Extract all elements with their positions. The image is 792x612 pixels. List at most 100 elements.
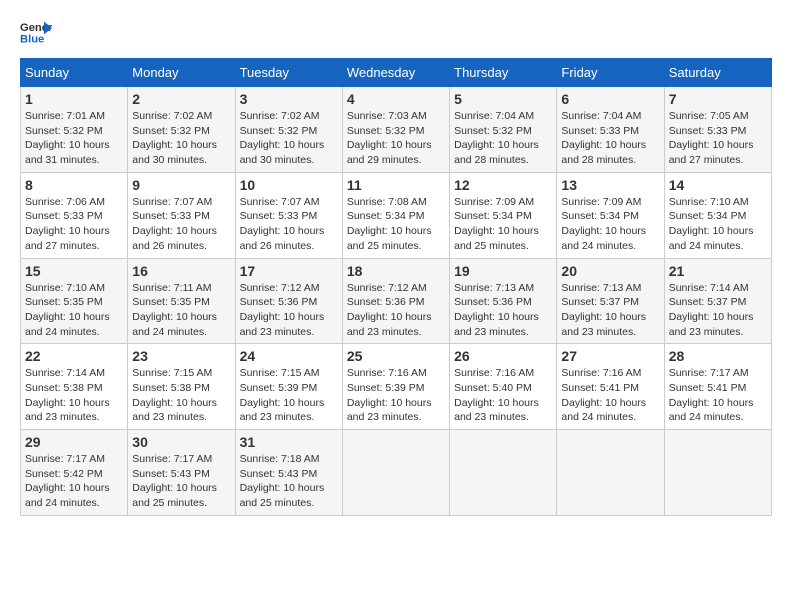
day-number: 8	[25, 177, 123, 193]
table-row: 8 Sunrise: 7:06 AM Sunset: 5:33 PM Daylig…	[21, 172, 128, 258]
table-row: 19 Sunrise: 7:13 AM Sunset: 5:36 PM Dayli…	[450, 258, 557, 344]
day-number: 14	[669, 177, 767, 193]
day-info: Sunrise: 7:09 AM Sunset: 5:34 PM Dayligh…	[561, 195, 659, 254]
day-info: Sunrise: 7:18 AM Sunset: 5:43 PM Dayligh…	[240, 452, 338, 511]
table-row: 27 Sunrise: 7:16 AM Sunset: 5:41 PM Dayli…	[557, 344, 664, 430]
day-number: 11	[347, 177, 445, 193]
day-info: Sunrise: 7:06 AM Sunset: 5:33 PM Dayligh…	[25, 195, 123, 254]
day-number: 4	[347, 91, 445, 107]
table-row: 17Sunrise: 7:12 AM Sunset: 5:36 PM Dayli…	[235, 258, 342, 344]
calendar-week-row: 15 Sunrise: 7:10 AM Sunset: 5:35 PM Dayli…	[21, 258, 772, 344]
day-info: Sunrise: 7:17 AM Sunset: 5:41 PM Dayligh…	[669, 366, 767, 425]
day-info: Sunrise: 7:16 AM Sunset: 5:40 PM Dayligh…	[454, 366, 552, 425]
day-number: 7	[669, 91, 767, 107]
day-info: Sunrise: 7:04 AM Sunset: 5:33 PM Dayligh…	[561, 109, 659, 168]
day-number: 23	[132, 348, 230, 364]
svg-text:Blue: Blue	[20, 33, 44, 45]
day-number: 30	[132, 434, 230, 450]
day-number: 31	[240, 434, 338, 450]
logo-icon: General Blue	[20, 20, 52, 48]
table-row: 18Sunrise: 7:12 AM Sunset: 5:36 PM Dayli…	[342, 258, 449, 344]
day-info: Sunrise: 7:13 AM Sunset: 5:36 PM Dayligh…	[454, 281, 552, 340]
day-number: 21	[669, 263, 767, 279]
col-sunday: Sunday	[21, 59, 128, 87]
day-number: 15	[25, 263, 123, 279]
table-row: 13 Sunrise: 7:09 AM Sunset: 5:34 PM Dayli…	[557, 172, 664, 258]
day-info: Sunrise: 7:16 AM Sunset: 5:39 PM Dayligh…	[347, 366, 445, 425]
day-number: 3	[240, 91, 338, 107]
calendar-week-row: 1 Sunrise: 7:01 AM Sunset: 5:32 PM Daylig…	[21, 87, 772, 173]
calendar-week-row: 8 Sunrise: 7:06 AM Sunset: 5:33 PM Daylig…	[21, 172, 772, 258]
table-row: 16Sunrise: 7:11 AM Sunset: 5:35 PM Dayli…	[128, 258, 235, 344]
table-row: 9Sunrise: 7:07 AM Sunset: 5:33 PM Daylig…	[128, 172, 235, 258]
col-monday: Monday	[128, 59, 235, 87]
table-row: 24 Sunrise: 7:15 AM Sunset: 5:39 PM Dayli…	[235, 344, 342, 430]
day-number: 10	[240, 177, 338, 193]
table-row: 2Sunrise: 7:02 AM Sunset: 5:32 PM Daylig…	[128, 87, 235, 173]
col-tuesday: Tuesday	[235, 59, 342, 87]
day-number: 26	[454, 348, 552, 364]
logo: General Blue	[20, 20, 52, 48]
day-number: 12	[454, 177, 552, 193]
day-number: 27	[561, 348, 659, 364]
day-number: 13	[561, 177, 659, 193]
day-info: Sunrise: 7:17 AM Sunset: 5:43 PM Dayligh…	[132, 452, 230, 511]
table-row: 10 Sunrise: 7:07 AM Sunset: 5:33 PM Dayli…	[235, 172, 342, 258]
day-number: 20	[561, 263, 659, 279]
day-info: Sunrise: 7:02 AM Sunset: 5:32 PM Dayligh…	[132, 109, 230, 168]
calendar-table: Sunday Monday Tuesday Wednesday Thursday…	[20, 58, 772, 516]
col-wednesday: Wednesday	[342, 59, 449, 87]
day-info: Sunrise: 7:03 AM Sunset: 5:32 PM Dayligh…	[347, 109, 445, 168]
table-row	[342, 430, 449, 516]
calendar-week-row: 29Sunrise: 7:17 AM Sunset: 5:42 PM Dayli…	[21, 430, 772, 516]
day-number: 29	[25, 434, 123, 450]
table-row	[664, 430, 771, 516]
header: General Blue	[20, 20, 772, 48]
col-friday: Friday	[557, 59, 664, 87]
col-saturday: Saturday	[664, 59, 771, 87]
day-number: 5	[454, 91, 552, 107]
day-info: Sunrise: 7:12 AM Sunset: 5:36 PM Dayligh…	[240, 281, 338, 340]
day-number: 6	[561, 91, 659, 107]
table-row: 7 Sunrise: 7:05 AM Sunset: 5:33 PM Daylig…	[664, 87, 771, 173]
day-info: Sunrise: 7:10 AM Sunset: 5:35 PM Dayligh…	[25, 281, 123, 340]
day-number: 19	[454, 263, 552, 279]
table-row: 23 Sunrise: 7:15 AM Sunset: 5:38 PM Dayli…	[128, 344, 235, 430]
day-number: 24	[240, 348, 338, 364]
table-row: 4 Sunrise: 7:03 AM Sunset: 5:32 PM Daylig…	[342, 87, 449, 173]
table-row: 30 Sunrise: 7:17 AM Sunset: 5:43 PM Dayli…	[128, 430, 235, 516]
day-info: Sunrise: 7:07 AM Sunset: 5:33 PM Dayligh…	[132, 195, 230, 254]
day-info: Sunrise: 7:08 AM Sunset: 5:34 PM Dayligh…	[347, 195, 445, 254]
day-number: 18	[347, 263, 445, 279]
day-info: Sunrise: 7:15 AM Sunset: 5:39 PM Dayligh…	[240, 366, 338, 425]
table-row: 25 Sunrise: 7:16 AM Sunset: 5:39 PM Dayli…	[342, 344, 449, 430]
calendar-header-row: Sunday Monday Tuesday Wednesday Thursday…	[21, 59, 772, 87]
day-info: Sunrise: 7:05 AM Sunset: 5:33 PM Dayligh…	[669, 109, 767, 168]
day-info: Sunrise: 7:11 AM Sunset: 5:35 PM Dayligh…	[132, 281, 230, 340]
table-row: 21Sunrise: 7:14 AM Sunset: 5:37 PM Dayli…	[664, 258, 771, 344]
day-info: Sunrise: 7:04 AM Sunset: 5:32 PM Dayligh…	[454, 109, 552, 168]
day-info: Sunrise: 7:07 AM Sunset: 5:33 PM Dayligh…	[240, 195, 338, 254]
day-number: 28	[669, 348, 767, 364]
table-row: 22Sunrise: 7:14 AM Sunset: 5:38 PM Dayli…	[21, 344, 128, 430]
day-number: 22	[25, 348, 123, 364]
table-row	[557, 430, 664, 516]
day-info: Sunrise: 7:16 AM Sunset: 5:41 PM Dayligh…	[561, 366, 659, 425]
day-info: Sunrise: 7:15 AM Sunset: 5:38 PM Dayligh…	[132, 366, 230, 425]
table-row	[450, 430, 557, 516]
table-row: 11 Sunrise: 7:08 AM Sunset: 5:34 PM Dayli…	[342, 172, 449, 258]
day-info: Sunrise: 7:13 AM Sunset: 5:37 PM Dayligh…	[561, 281, 659, 340]
day-info: Sunrise: 7:10 AM Sunset: 5:34 PM Dayligh…	[669, 195, 767, 254]
day-info: Sunrise: 7:01 AM Sunset: 5:32 PM Dayligh…	[25, 109, 123, 168]
day-number: 1	[25, 91, 123, 107]
col-thursday: Thursday	[450, 59, 557, 87]
day-number: 25	[347, 348, 445, 364]
table-row: 6 Sunrise: 7:04 AM Sunset: 5:33 PM Daylig…	[557, 87, 664, 173]
table-row: 28 Sunrise: 7:17 AM Sunset: 5:41 PM Dayli…	[664, 344, 771, 430]
table-row: 31 Sunrise: 7:18 AM Sunset: 5:43 PM Dayli…	[235, 430, 342, 516]
day-info: Sunrise: 7:09 AM Sunset: 5:34 PM Dayligh…	[454, 195, 552, 254]
table-row: 12 Sunrise: 7:09 AM Sunset: 5:34 PM Dayli…	[450, 172, 557, 258]
table-row: 1 Sunrise: 7:01 AM Sunset: 5:32 PM Daylig…	[21, 87, 128, 173]
calendar-week-row: 22Sunrise: 7:14 AM Sunset: 5:38 PM Dayli…	[21, 344, 772, 430]
table-row: 20 Sunrise: 7:13 AM Sunset: 5:37 PM Dayli…	[557, 258, 664, 344]
